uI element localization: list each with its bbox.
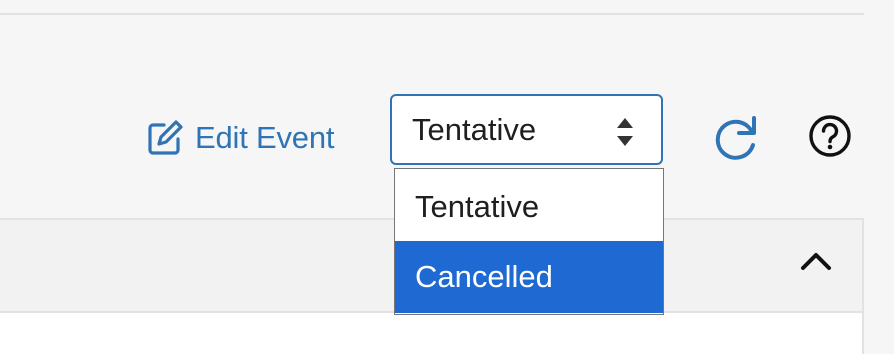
edit-event-label: Edit Event xyxy=(195,120,335,155)
top-divider xyxy=(0,13,864,15)
refresh-icon[interactable] xyxy=(708,112,762,166)
edit-icon xyxy=(148,120,183,155)
status-option-tentative[interactable]: Tentative xyxy=(395,171,663,243)
status-select[interactable]: Tentative xyxy=(390,94,663,165)
sort-arrows-icon xyxy=(617,118,633,146)
help-icon[interactable] xyxy=(808,114,852,158)
status-option-label: Tentative xyxy=(415,189,540,224)
status-option-label: Cancelled xyxy=(415,259,553,294)
status-select-value: Tentative xyxy=(412,111,537,147)
status-option-cancelled[interactable]: Cancelled xyxy=(395,241,663,313)
chevron-up-icon[interactable] xyxy=(797,242,835,280)
status-options-list: Tentative Cancelled xyxy=(394,168,664,315)
edit-event-button[interactable]: Edit Event xyxy=(145,112,335,164)
